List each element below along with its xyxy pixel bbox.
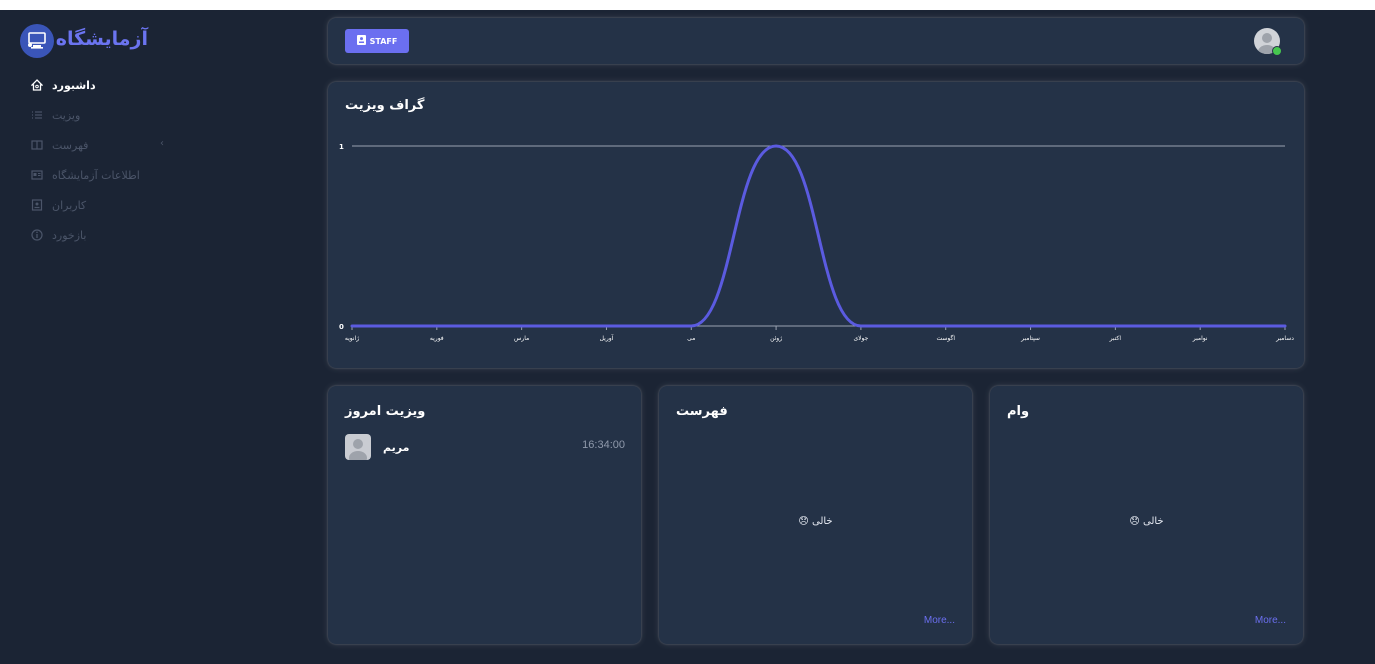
x-tick-label: سپتامبر: [1020, 335, 1040, 342]
brand[interactable]: آزمایشگاه: [20, 24, 148, 60]
sidebar-item-dashboard[interactable]: داشبورد: [30, 70, 280, 100]
more-link[interactable]: More...: [924, 615, 955, 626]
x-tick-label: مارس: [514, 335, 529, 342]
empty-state-text: خالی 😞: [798, 516, 833, 527]
info-icon: [30, 228, 44, 242]
x-tick-label: جولای: [853, 335, 868, 342]
id-card-icon: [30, 168, 44, 182]
window-top-strip: [0, 0, 1375, 10]
loan-card-title: وام: [1007, 404, 1030, 419]
sidebar-item-feedback[interactable]: بازخورد: [30, 220, 280, 250]
sidebar-item-label: بازخورد: [52, 228, 87, 242]
online-status-dot: [1272, 46, 1282, 56]
sidebar-item-lab-info[interactable]: اطلاعات آزمایشگاه: [30, 160, 280, 190]
y-tick-label: 1: [339, 143, 344, 151]
x-tick-label: فوریه: [430, 335, 444, 342]
y-tick-label: 0: [339, 323, 344, 331]
today-visits-card: ویزیت امروز مریم 16:34:00: [328, 386, 641, 644]
sidebar-item-label: داشبورد: [52, 78, 96, 92]
visit-line-chart: 0 1 ژانویه فوریه مارس آوریل می ژوئن جولای اگوست سپ…: [339, 143, 1294, 342]
list-card-title: فهرست: [676, 404, 728, 419]
brand-title: آزمایشگاه: [55, 28, 148, 50]
book-icon: [30, 138, 44, 152]
x-tick-label: نوامبر: [1192, 335, 1208, 342]
visit-row[interactable]: مریم 16:34:00: [345, 434, 625, 462]
sidebar-item-label: اطلاعات آزمایشگاه: [52, 168, 140, 182]
x-tick-label: اکتبر: [1109, 335, 1122, 342]
list-card: فهرست خالی 😞 More...: [659, 386, 972, 644]
more-link[interactable]: More...: [1255, 615, 1286, 626]
loan-card: وام خالی 😞 More...: [990, 386, 1303, 644]
sidebar-item-label: فهرست: [52, 138, 89, 152]
lab-computer-logo-icon: [20, 24, 54, 58]
x-tick-label: ژانویه: [345, 335, 359, 342]
visit-time: 16:34:00: [582, 439, 625, 451]
user-badge-icon: [356, 35, 366, 47]
staff-button-label: STAFF: [369, 36, 398, 46]
home-icon: [30, 78, 44, 92]
list-icon: [30, 108, 44, 122]
today-visits-title: ویزیت امروز: [345, 404, 426, 419]
x-tick-label: ژوئن: [770, 335, 782, 342]
empty-state-text: خالی 😞: [1129, 516, 1164, 527]
sidebar-item-label: کاربران: [52, 198, 87, 212]
sidebar-item-users[interactable]: کاربران: [30, 190, 280, 220]
sidebar-item-visit[interactable]: ویزیت: [30, 100, 280, 130]
staff-button[interactable]: STAFF: [345, 29, 409, 53]
visit-chart-card: گراف ویزیت 0 1 ژانویه فوریه مارس آوریل می ژوئن ج…: [328, 82, 1304, 368]
visit-patient-name: مریم: [383, 441, 410, 454]
sidebar-menu: داشبورد ویزیت فهرست ‹ اطلاعات آزمایشگاه: [30, 70, 280, 250]
top-navbar: STAFF: [328, 18, 1304, 64]
sidebar-item-label: ویزیت: [52, 108, 81, 122]
sidebar: آزمایشگاه داشبورد ویزیت فهرست ‹ اطلاعات …: [0, 10, 320, 664]
user-badge-icon: [30, 198, 44, 212]
x-tick-label: اگوست: [936, 334, 955, 342]
x-tick-label: دسامبر: [1275, 335, 1294, 342]
x-tick-label: آوریل: [600, 333, 614, 342]
chevron-left-icon[interactable]: ‹: [160, 138, 164, 149]
avatar: [345, 434, 371, 460]
sidebar-item-list[interactable]: فهرست ‹: [30, 130, 280, 160]
series-line: [350, 144, 1287, 328]
x-tick-label: می: [687, 335, 695, 342]
